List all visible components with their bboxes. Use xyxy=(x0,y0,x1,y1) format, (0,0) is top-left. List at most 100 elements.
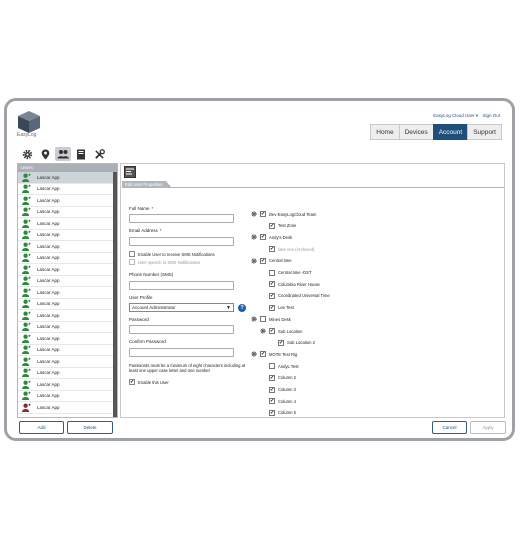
user-list-item[interactable]: Lascar App xyxy=(18,218,117,230)
user-icon xyxy=(22,345,31,355)
top-nav: Home Devices Account Support xyxy=(370,124,502,140)
tree-item-checkbox[interactable] xyxy=(260,351,266,358)
nav-home[interactable]: Home xyxy=(370,124,399,140)
user-list-item[interactable]: Lascar App xyxy=(18,356,117,368)
sms-enable-checkbox[interactable] xyxy=(129,251,135,257)
section-icon-bar xyxy=(19,147,107,161)
tree-item: Coordinated Universal Time xyxy=(260,292,330,300)
tree-item-checkbox[interactable] xyxy=(269,246,275,253)
tree-item-checkbox[interactable] xyxy=(269,269,275,276)
tree-item: Column 3 xyxy=(260,386,296,394)
notebook-icon[interactable] xyxy=(73,147,89,161)
tree-item-checkbox[interactable] xyxy=(260,316,266,323)
gear-icon[interactable] xyxy=(251,316,257,322)
gear-icon[interactable] xyxy=(251,211,257,217)
tree-item-checkbox[interactable] xyxy=(269,292,275,299)
delete-user-button[interactable]: Delete xyxy=(67,421,113,434)
full-name-input[interactable] xyxy=(129,214,234,223)
sms-speech-checkbox[interactable] xyxy=(129,259,135,265)
user-icon xyxy=(22,253,31,263)
tree-item-checkbox[interactable] xyxy=(269,363,275,370)
user-list-item[interactable]: Lascar App xyxy=(18,241,117,253)
user-list-item[interactable]: Lascar App xyxy=(18,391,117,402)
user-list-item[interactable]: Lascar App xyxy=(18,379,117,391)
user-list-item[interactable]: Lascar App xyxy=(18,299,117,310)
user-list-item[interactable]: Lascar App xyxy=(18,368,117,379)
tree-item: Central time -DST xyxy=(260,269,312,277)
tree-item: Lee Test xyxy=(260,304,294,312)
users-icon[interactable] xyxy=(55,147,71,161)
email-input[interactable] xyxy=(129,237,234,246)
tree-item-checkbox[interactable] xyxy=(269,222,275,229)
apply-button[interactable]: Apply xyxy=(470,421,506,434)
tree-item-label: Central time xyxy=(269,258,292,264)
tree-item-label: Column 5 xyxy=(278,410,296,416)
user-profile-select[interactable]: Account Administrator ▼ xyxy=(129,303,234,312)
nav-devices[interactable]: Devices xyxy=(398,124,433,140)
gear-icon[interactable] xyxy=(251,351,257,357)
phone-input[interactable] xyxy=(129,281,234,290)
tree-item-checkbox[interactable] xyxy=(278,339,284,346)
gear-icon[interactable] xyxy=(251,234,257,240)
tree-item-checkbox[interactable] xyxy=(260,234,266,241)
cancel-button[interactable]: Cancel xyxy=(432,421,467,434)
enable-user-label: Enable this User xyxy=(138,380,169,385)
user-list-item[interactable]: Lascar App xyxy=(18,310,117,322)
password-input[interactable] xyxy=(129,325,234,334)
sign-out-link[interactable]: Sign Out xyxy=(482,113,500,118)
user-menu[interactable]: EasyLog Cloud User ▾ xyxy=(433,113,478,119)
nav-support[interactable]: Support xyxy=(467,124,502,140)
tree-item-checkbox[interactable] xyxy=(260,211,266,217)
tree-item: Sub Location xyxy=(260,327,302,335)
user-list-item[interactable]: Lascar App xyxy=(18,253,117,264)
gear-icon[interactable] xyxy=(19,147,35,161)
user-list-item[interactable]: Lascar App xyxy=(18,333,117,345)
tree-item: Columbia River House xyxy=(260,280,320,288)
tree-item: AndyL Test xyxy=(260,362,299,370)
tree-item-checkbox[interactable] xyxy=(269,328,275,334)
tree-item-checkbox[interactable] xyxy=(269,409,275,416)
tree-item-checkbox[interactable] xyxy=(269,374,275,381)
user-list-item[interactable]: Lascar App xyxy=(18,184,117,195)
help-icon[interactable]: ? xyxy=(238,304,246,312)
user-name: Lascar App xyxy=(37,301,60,307)
user-list-item[interactable]: Lascar App xyxy=(18,322,117,333)
user-icon xyxy=(22,184,31,194)
user-list-scrollbar[interactable] xyxy=(113,172,117,417)
tree-item-label: Central time -DST xyxy=(278,270,312,275)
user-list-item[interactable]: Lascar App xyxy=(18,276,117,287)
user-list-item[interactable]: Lascar App xyxy=(18,402,117,414)
tree-item-checkbox[interactable] xyxy=(269,386,275,393)
add-user-button[interactable]: Add xyxy=(19,421,64,434)
gear-icon[interactable] xyxy=(260,328,266,334)
tree-item-checkbox[interactable] xyxy=(260,257,266,264)
tools-icon[interactable] xyxy=(91,147,107,161)
user-icon xyxy=(22,207,31,217)
tree-item: Column 4 xyxy=(260,397,296,405)
user-list-item[interactable]: Lascar App xyxy=(18,345,117,356)
tree-item-checkbox[interactable] xyxy=(269,304,275,311)
user-list-item[interactable]: Lascar App xyxy=(18,172,117,184)
app-window: EasyLog EasyLog Cloud User ▾ Sign Out Ho… xyxy=(4,98,515,441)
user-list-item[interactable]: Lascar App xyxy=(18,207,117,218)
location-pin-icon[interactable] xyxy=(37,147,53,161)
full-name-label: Full Name * xyxy=(129,206,154,211)
user-icon xyxy=(22,242,31,251)
tree-item-checkbox[interactable] xyxy=(269,398,275,405)
user-icon xyxy=(22,265,31,274)
user-list-item[interactable]: Lascar App xyxy=(18,195,117,207)
tree-item: Test Zone xyxy=(260,222,296,230)
user-name: Lascar App xyxy=(37,209,60,215)
user-name: Lascar App xyxy=(37,289,60,295)
user-list-item[interactable]: Lascar App xyxy=(18,264,117,276)
enable-user-checkbox[interactable]: ✔ xyxy=(129,379,135,385)
tree-item-label: Column 3 xyxy=(278,387,296,392)
user-name: Lascar App xyxy=(37,255,60,261)
nav-account[interactable]: Account xyxy=(432,124,468,140)
tree-item: fake one (Archived) xyxy=(260,245,314,253)
tree-item-checkbox[interactable] xyxy=(269,281,275,288)
confirm-password-input[interactable] xyxy=(129,348,234,357)
user-list-item[interactable]: Lascar App xyxy=(18,230,117,241)
gear-icon[interactable] xyxy=(251,258,257,264)
user-list-item[interactable]: Lascar App xyxy=(18,287,117,299)
